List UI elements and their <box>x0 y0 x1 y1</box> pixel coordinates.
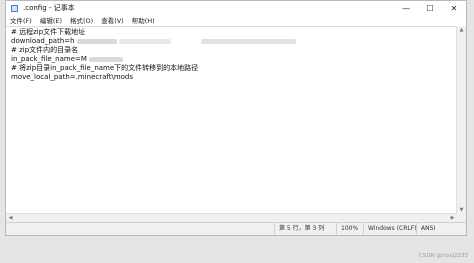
menu-edit[interactable]: 编辑(E) <box>36 16 66 26</box>
title-bar[interactable]: .config - 记事本 — ☐ ✕ <box>6 1 466 16</box>
maximize-button[interactable]: ☐ <box>418 1 442 16</box>
vertical-scrollbar[interactable]: ▲ ▼ <box>456 26 466 214</box>
encoding: ANSI <box>416 223 461 235</box>
menu-file[interactable]: 文件(F) <box>6 16 36 26</box>
cursor-position: 第 5 行，第 3 列 <box>274 223 337 235</box>
redacted-region <box>200 38 296 44</box>
editor-line: # zip文件内的目录名 <box>11 46 79 54</box>
close-button[interactable]: ✕ <box>442 1 466 16</box>
zoom-level: 100% <box>336 223 361 235</box>
menu-format[interactable]: 格式(O) <box>66 16 97 26</box>
status-bar: 第 5 行，第 3 列 100% Windows (CRLF) ANSI <box>6 222 466 235</box>
redacted-region <box>76 38 117 44</box>
text-editor[interactable]: # 远程zip文件下载地址 download_path=h # zip文件内的目… <box>6 26 457 223</box>
window-title: .config - 记事本 <box>23 4 75 12</box>
editor-line: in_pack_file_name=M <box>11 55 123 64</box>
minimize-button[interactable]: — <box>394 1 418 16</box>
editor-line-text: in_pack_file_name=M <box>11 55 87 63</box>
editor-line: # 远程zip文件下载地址 <box>11 28 86 36</box>
editor-line-text: download_path=h <box>11 37 75 45</box>
line-ending: Windows (CRLF) <box>363 223 420 235</box>
editor-line: move_local_path=.minecraft\mods <box>11 73 134 81</box>
scroll-up-icon[interactable]: ▲ <box>457 26 466 34</box>
editor-line: download_path=h <box>11 37 296 46</box>
redacted-region <box>118 38 171 44</box>
menu-help[interactable]: 帮助(H) <box>128 16 159 26</box>
watermark: CSDN @rtxsj2233 <box>419 253 468 259</box>
editor-line: # 将zip目录in_pack_file_name下的文件转移到的本地路径 <box>11 64 199 72</box>
notepad-icon <box>11 5 18 12</box>
redacted-region <box>88 56 123 62</box>
menu-bar: 文件(F) 编辑(E) 格式(O) 查看(V) 帮助(H) <box>6 16 466 26</box>
scroll-down-icon[interactable]: ▼ <box>457 206 466 214</box>
notepad-window: .config - 记事本 — ☐ ✕ 文件(F) 编辑(E) 格式(O) 查看… <box>5 0 467 236</box>
menu-view[interactable]: 查看(V) <box>97 16 128 26</box>
